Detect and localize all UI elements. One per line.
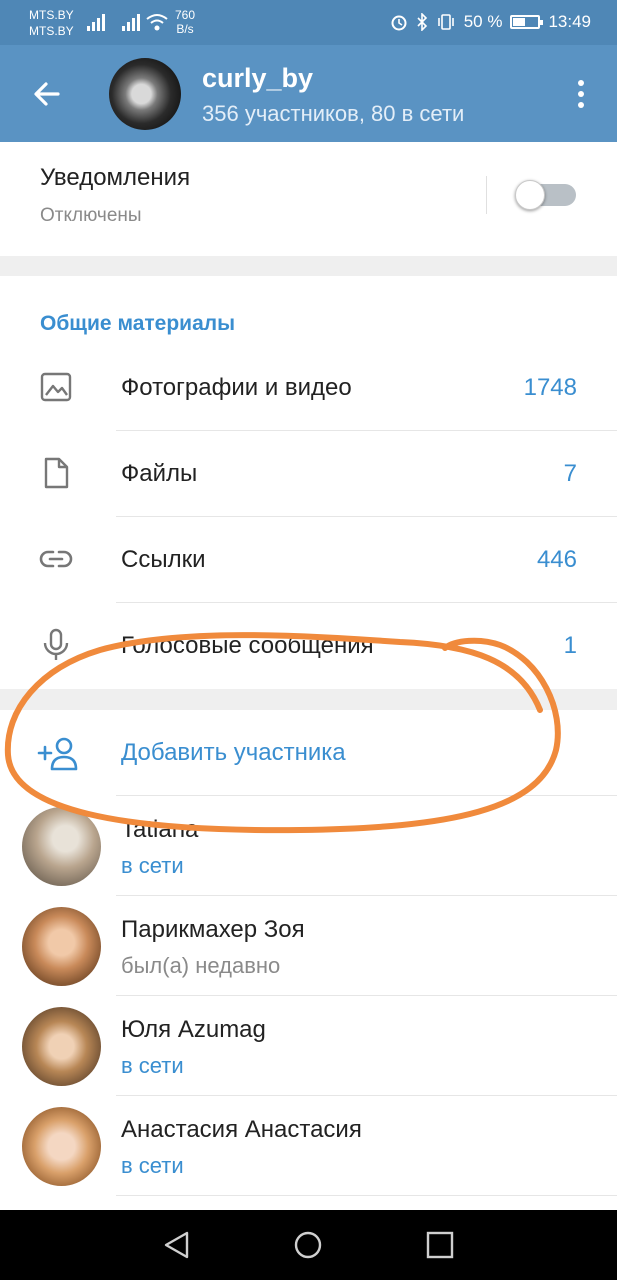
photo-icon bbox=[40, 372, 72, 402]
nav-home-icon[interactable] bbox=[291, 1228, 325, 1262]
clock: 13:49 bbox=[548, 12, 591, 31]
system-navigation-bar bbox=[0, 1210, 617, 1280]
media-label: Голосовые сообщения bbox=[121, 632, 374, 659]
member-name: Tatiana bbox=[121, 816, 199, 843]
member-row[interactable]: Юля Azumag в сети bbox=[0, 996, 617, 1096]
media-row-links[interactable]: Ссылки 446 bbox=[0, 517, 617, 603]
microphone-icon bbox=[43, 628, 69, 660]
member-status: в сети bbox=[121, 1053, 184, 1078]
group-title: curly_by bbox=[202, 63, 314, 93]
add-user-icon bbox=[37, 737, 78, 771]
wifi-icon bbox=[146, 14, 168, 31]
carrier-1: MTS.BY bbox=[29, 8, 74, 22]
link-icon bbox=[39, 550, 73, 568]
file-icon bbox=[44, 457, 69, 489]
member-name: Юля Azumag bbox=[121, 1016, 266, 1043]
status-bar: MTS.BY MTS.BY 760 B/s 50 % 13:49 bbox=[0, 0, 617, 45]
section-gap bbox=[0, 256, 617, 276]
group-member-count: 356 участников, 80 в сети bbox=[202, 101, 465, 126]
back-arrow-icon[interactable] bbox=[30, 77, 64, 111]
media-count: 7 bbox=[563, 460, 577, 487]
media-row-photos[interactable]: Фотографии и видео 1748 bbox=[0, 345, 617, 431]
alarm-icon bbox=[391, 15, 407, 31]
avatar bbox=[22, 1007, 101, 1086]
more-options-icon[interactable] bbox=[575, 77, 587, 111]
notifications-toggle[interactable] bbox=[515, 180, 576, 210]
member-status: в сети bbox=[121, 853, 184, 878]
member-name: Анастасия Анастасия bbox=[121, 1116, 362, 1143]
add-member-button[interactable]: Добавить участника bbox=[0, 710, 617, 796]
group-avatar[interactable] bbox=[109, 58, 181, 130]
divider bbox=[486, 176, 487, 214]
notifications-row[interactable]: Уведомления Отключены bbox=[0, 142, 617, 256]
member-row[interactable]: Tatiana в сети bbox=[0, 796, 617, 896]
member-status: был(а) недавно bbox=[121, 953, 281, 978]
media-row-files[interactable]: Файлы 7 bbox=[0, 431, 617, 517]
battery-icon bbox=[510, 15, 544, 29]
avatar bbox=[22, 807, 101, 886]
signal-icon bbox=[122, 14, 140, 31]
nav-back-icon[interactable] bbox=[160, 1228, 194, 1262]
media-count: 1748 bbox=[523, 374, 577, 401]
section-gap bbox=[0, 689, 617, 710]
nav-recents-icon[interactable] bbox=[423, 1228, 457, 1262]
bluetooth-icon bbox=[417, 13, 427, 31]
chat-header: curly_by 356 участников, 80 в сети bbox=[0, 45, 617, 142]
battery-percent: 50 % bbox=[463, 12, 503, 31]
carrier-names: MTS.BY MTS.BY bbox=[29, 7, 74, 39]
speed-value: 760 bbox=[175, 8, 196, 22]
status-right: 50 % 13:49 bbox=[390, 12, 591, 32]
network-speed: 760 B/s bbox=[175, 8, 195, 36]
media-count: 1 bbox=[563, 632, 577, 659]
member-status: в сети bbox=[121, 1153, 184, 1178]
signal-icon bbox=[87, 14, 105, 31]
member-name: Парикмахер Зоя bbox=[121, 916, 305, 943]
media-label: Файлы bbox=[121, 460, 198, 487]
add-member-label: Добавить участника bbox=[121, 739, 346, 766]
vibrate-icon bbox=[437, 14, 454, 30]
shared-media-title: Общие материалы bbox=[40, 312, 236, 335]
media-row-voice[interactable]: Голосовые сообщения 1 bbox=[0, 603, 617, 689]
avatar bbox=[22, 907, 101, 986]
media-count: 446 bbox=[536, 546, 577, 573]
carrier-2: MTS.BY bbox=[29, 24, 74, 38]
divider bbox=[116, 1195, 617, 1196]
media-label: Фотографии и видео bbox=[121, 374, 352, 401]
member-row[interactable]: Парикмахер Зоя был(а) недавно bbox=[0, 896, 617, 996]
member-row[interactable]: Анастасия Анастасия в сети bbox=[0, 1096, 617, 1196]
media-label: Ссылки bbox=[121, 546, 206, 573]
notifications-title: Уведомления bbox=[40, 164, 191, 191]
speed-unit: B/s bbox=[176, 22, 194, 36]
notifications-status: Отключены bbox=[40, 205, 142, 226]
avatar bbox=[22, 1107, 101, 1186]
